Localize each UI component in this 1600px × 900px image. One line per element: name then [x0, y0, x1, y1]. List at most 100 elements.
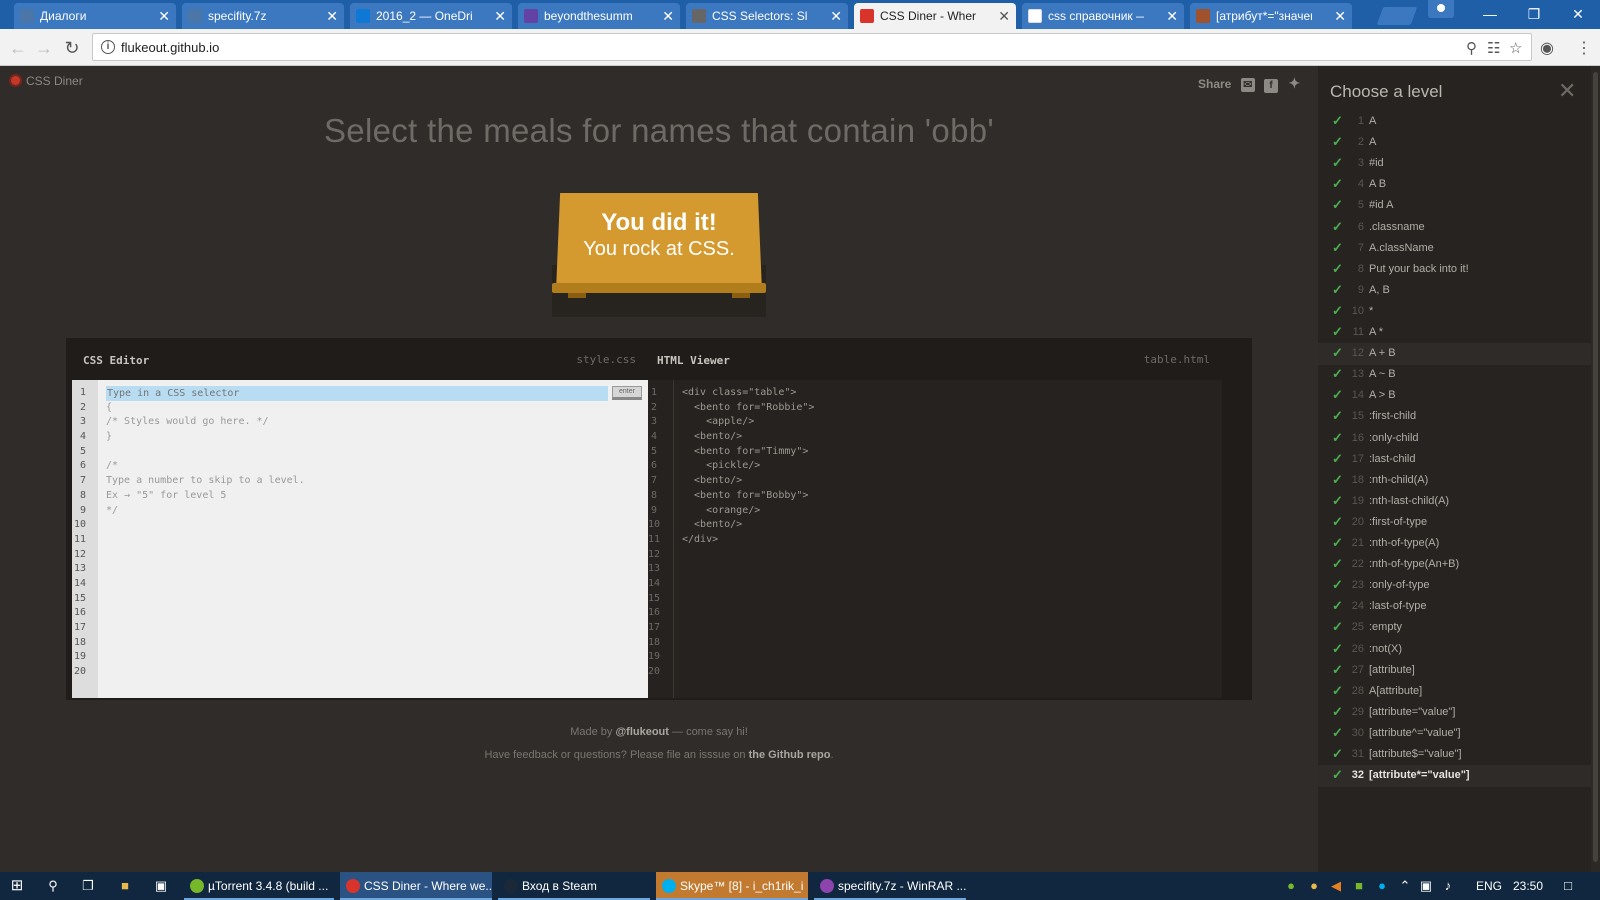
level-item[interactable]: ✓ 16:only-child [1318, 428, 1600, 450]
level-item[interactable]: ✓ 7 A.className [1318, 238, 1600, 260]
level-item[interactable]: ✓ 11 A * [1318, 322, 1600, 344]
level-item[interactable]: ✓ 24:last-of-type [1318, 596, 1600, 618]
level-item[interactable]: ✓ 32 [attribute*="value"] [1318, 765, 1600, 787]
taskbar-app[interactable]: CSS Diner - Where we... [340, 872, 492, 900]
level-item[interactable]: ✓ 12 A + B [1318, 343, 1600, 365]
level-item[interactable]: ✓ 17:last-child [1318, 449, 1600, 471]
author-link[interactable]: @flukeout [615, 726, 669, 738]
level-item[interactable]: ✓ 3 #id [1318, 153, 1600, 175]
tray-app-icon[interactable]: ● [1306, 878, 1322, 894]
level-item[interactable]: ✓ 18:nth-child(A) [1318, 470, 1600, 492]
new-tab-button[interactable] [1376, 7, 1418, 25]
reload-icon[interactable]: ↻ [60, 36, 84, 60]
level-item[interactable]: ✓ 14 A > B [1318, 385, 1600, 407]
level-item[interactable]: ✓ 20:first-of-type [1318, 512, 1600, 534]
email-icon[interactable]: ✉ [1240, 78, 1255, 92]
address-url[interactable]: flukeout.github.io [121, 40, 219, 55]
taskbar-app[interactable]: µTorrent 3.4.8 (build ... [184, 872, 334, 900]
taskbar-app[interactable]: specifity.7z - WinRAR ... [814, 872, 966, 900]
minimize-icon[interactable]: — [1468, 0, 1512, 28]
level-item[interactable]: ✓ 10 * [1318, 301, 1600, 323]
level-item[interactable]: ✓ 26:not(X) [1318, 639, 1600, 661]
logo[interactable]: CSS Diner [9, 74, 83, 88]
browser-tab[interactable]: CSS Selectors: Slides ✕ [686, 3, 848, 29]
checkmark-icon: ✓ [1332, 176, 1343, 192]
notifications-icon[interactable]: □ [1560, 878, 1576, 894]
level-item[interactable]: ✓ 9 A, B [1318, 280, 1600, 302]
browser-tab[interactable]: 2016_2 — OneDrive ✕ [350, 3, 512, 29]
tray-nvidia-icon[interactable]: ■ [1351, 878, 1367, 894]
level-item[interactable]: ✓ 28 A[attribute] [1318, 681, 1600, 703]
level-item[interactable]: ✓ 21:nth-of-type(A) [1318, 533, 1600, 555]
close-window-icon[interactable]: ✕ [1556, 0, 1600, 28]
level-item[interactable]: ✓ 1 A [1318, 111, 1600, 133]
restore-icon[interactable]: ❐ [1512, 0, 1556, 28]
browser-tab[interactable]: specifity.7z ✕ [182, 3, 344, 29]
facebook-icon[interactable]: f [1264, 79, 1279, 93]
scrollbar-thumb[interactable] [1593, 72, 1598, 862]
level-item[interactable]: ✓ 8 Put your back into it! [1318, 259, 1600, 281]
level-item[interactable]: ✓ 2 A [1318, 132, 1600, 154]
level-item[interactable]: ✓ 25:empty [1318, 617, 1600, 639]
tab-close-icon[interactable]: ✕ [1334, 3, 1346, 29]
browser-tab[interactable]: [атрибут*="значени ✕ [1190, 3, 1352, 29]
css-selector-input[interactable] [106, 386, 608, 401]
tab-close-icon[interactable]: ✕ [494, 3, 506, 29]
browser-tab[interactable]: beyondthesumm ✕ [518, 3, 680, 29]
tab-close-icon[interactable]: ✕ [830, 3, 842, 29]
taskbar-app[interactable]: Skype™ [8] - i_ch1rik_i [656, 872, 808, 900]
network-icon[interactable]: ▣ [1418, 878, 1434, 894]
language-indicator[interactable]: ENG [1476, 879, 1502, 893]
level-item[interactable]: ✓ 31 [attribute$="value"] [1318, 744, 1600, 766]
github-repo-link[interactable]: the Github repo [749, 749, 831, 761]
taskbar-app[interactable]: Вход в Steam [498, 872, 650, 900]
bookmark-star-icon[interactable]: ☆ [1509, 39, 1522, 57]
clock[interactable]: 23:50 [1513, 879, 1543, 893]
level-item[interactable]: ✓ 27 [attribute] [1318, 660, 1600, 682]
level-item[interactable]: ✓ 15:first-child [1318, 406, 1600, 428]
level-item[interactable]: ✓ 5 #id A [1318, 195, 1600, 217]
profile-icon[interactable] [1428, 0, 1454, 18]
tab-close-icon[interactable]: ✕ [998, 3, 1010, 29]
windows-start-icon[interactable]: ⊞ [9, 878, 25, 894]
checkmark-icon: ✓ [1332, 134, 1343, 150]
level-item[interactable]: ✓ 13 A ~ B [1318, 364, 1600, 386]
tab-close-icon[interactable]: ✕ [158, 3, 170, 29]
tray-speaker-app-icon[interactable]: ◀ [1328, 878, 1344, 894]
close-sidebar-icon[interactable]: ✕ [1558, 80, 1576, 102]
level-item[interactable]: ✓ 30 [attribute^="value"] [1318, 723, 1600, 745]
enter-button[interactable]: enter [612, 386, 642, 400]
browser-tab[interactable]: CSS Diner - Where w ✕ [854, 3, 1016, 29]
tray-skype-icon[interactable]: ● [1374, 878, 1390, 894]
tray-utorrent-icon[interactable]: ● [1283, 878, 1299, 894]
level-item[interactable]: ✓ 4 A B [1318, 174, 1600, 196]
level-item[interactable]: ✓ 6 .classname [1318, 217, 1600, 239]
page-scrollbar[interactable] [1591, 66, 1600, 872]
twitter-icon[interactable]: ✦ [1287, 76, 1301, 90]
translate-icon[interactable]: ☷ [1487, 39, 1500, 57]
site-info-icon[interactable]: i [101, 40, 115, 54]
browser-tab[interactable]: css справочник — Я ✕ [1022, 3, 1184, 29]
address-bar[interactable]: i flukeout.github.io ⚲ ☷ ☆ [92, 33, 1532, 61]
menu-icon[interactable]: ⋮ [1576, 38, 1592, 58]
browser-tab[interactable]: Диалоги ✕ [14, 3, 176, 29]
extension-icon[interactable]: ◉ [1540, 38, 1554, 58]
back-icon[interactable]: ← [6, 36, 30, 60]
tab-close-icon[interactable]: ✕ [1166, 3, 1178, 29]
level-item[interactable]: ✓ 29 [attribute="value"] [1318, 702, 1600, 724]
file-explorer-icon[interactable]: ■ [117, 878, 133, 894]
search-icon[interactable]: ⚲ [45, 878, 61, 894]
level-item[interactable]: ✓ 19:nth-last-child(A) [1318, 491, 1600, 513]
tab-close-icon[interactable]: ✕ [662, 3, 674, 29]
level-item[interactable]: ✓ 23:only-of-type [1318, 575, 1600, 597]
level-item[interactable]: ✓ 22:nth-of-type(An+B) [1318, 554, 1600, 576]
forward-icon[interactable]: → [32, 36, 56, 60]
store-icon[interactable]: ▣ [153, 878, 169, 894]
task-view-icon[interactable]: ❐ [80, 878, 96, 894]
volume-icon[interactable]: ♪ [1440, 878, 1456, 894]
zoom-icon[interactable]: ⚲ [1466, 39, 1477, 57]
tab-close-icon[interactable]: ✕ [326, 3, 338, 29]
checkmark-icon: ✓ [1332, 281, 1343, 297]
tray-expand-icon[interactable]: ⌃ [1397, 878, 1413, 894]
css-editor-body[interactable]: 1 2 3 4 5 6 7 8 9 10 11 12 13 14 15 16 17 18 19 20 {/* Styl… [72, 380, 660, 698]
